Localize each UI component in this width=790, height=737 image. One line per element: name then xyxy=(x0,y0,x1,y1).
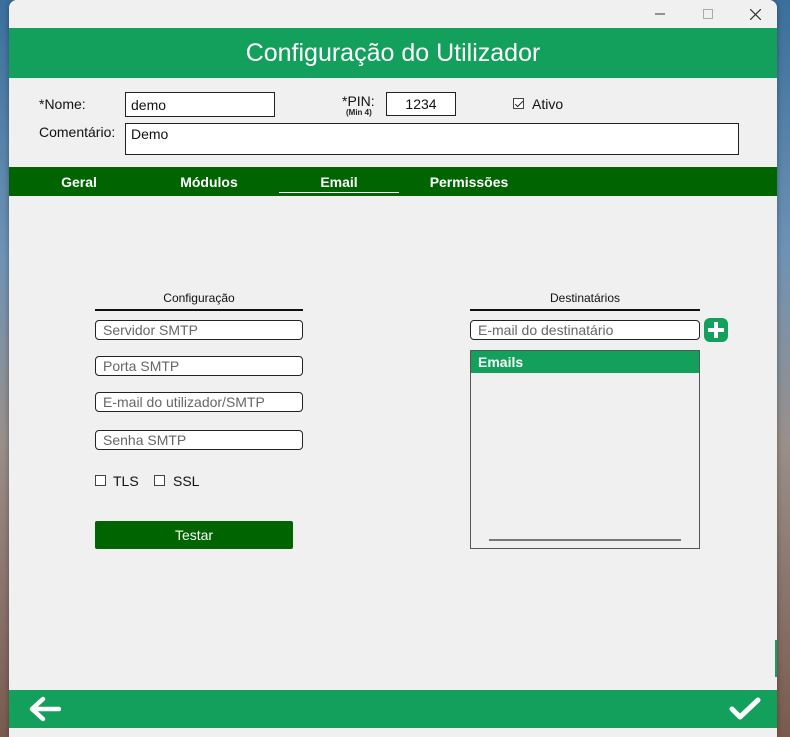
config-section-title: Configuração xyxy=(163,291,235,305)
page-title: Configuração do Utilizador xyxy=(9,28,777,78)
emails-list-scrollbar[interactable] xyxy=(489,539,681,541)
comentario-input[interactable]: Demo xyxy=(125,123,739,155)
ativo-checkbox[interactable] xyxy=(513,98,524,109)
pin-input[interactable] xyxy=(386,92,456,116)
pin-label: *PIN: xyxy=(342,93,375,109)
plus-icon xyxy=(708,322,724,338)
config-divider xyxy=(95,309,303,311)
tab-geral[interactable]: Geral xyxy=(39,167,119,196)
checkmark-icon xyxy=(729,697,761,720)
minimize-icon xyxy=(655,13,665,15)
smtp-server-input[interactable] xyxy=(95,320,303,340)
side-accent xyxy=(775,640,777,677)
tls-checkbox[interactable] xyxy=(95,475,106,486)
tls-label: TLS xyxy=(113,473,139,489)
recipients-section-title: Destinatários xyxy=(549,291,621,305)
maximize-icon xyxy=(703,9,713,19)
test-button[interactable]: Testar xyxy=(95,521,293,549)
tab-bar: Geral Módulos Email Permissões xyxy=(9,167,777,196)
add-recipient-button[interactable] xyxy=(704,318,728,342)
nome-input[interactable] xyxy=(125,92,275,117)
user-config-window: Configuração do Utilizador *Nome: *PIN: … xyxy=(9,0,777,737)
ativo-label: Ativo xyxy=(532,96,564,112)
ssl-label: SSL xyxy=(173,473,200,489)
back-button[interactable] xyxy=(27,696,62,722)
minimize-button[interactable] xyxy=(645,4,675,24)
footer-bar xyxy=(9,690,777,728)
arrow-left-icon xyxy=(29,696,62,722)
pin-hint: (Min 4) xyxy=(346,108,372,117)
smtp-email-input[interactable] xyxy=(95,392,303,412)
tab-permissoes[interactable]: Permissões xyxy=(409,167,529,196)
close-icon xyxy=(749,8,761,20)
confirm-button[interactable] xyxy=(728,696,762,722)
recipients-divider xyxy=(470,309,700,311)
window-bottom-edge xyxy=(9,728,777,737)
comentario-label: Comentário: xyxy=(39,124,116,140)
ssl-checkbox[interactable] xyxy=(154,475,165,486)
tab-email[interactable]: Email xyxy=(279,167,399,196)
emails-list[interactable]: Emails xyxy=(470,350,700,549)
recipient-email-input[interactable] xyxy=(470,320,700,340)
smtp-password-input[interactable] xyxy=(95,430,303,450)
nome-label: *Nome: xyxy=(39,96,86,112)
smtp-port-input[interactable] xyxy=(95,356,303,376)
close-button[interactable] xyxy=(740,4,770,24)
title-bar xyxy=(9,0,777,28)
maximize-button[interactable] xyxy=(693,4,723,24)
emails-list-header: Emails xyxy=(471,351,699,373)
tab-modulos[interactable]: Módulos xyxy=(159,167,259,196)
